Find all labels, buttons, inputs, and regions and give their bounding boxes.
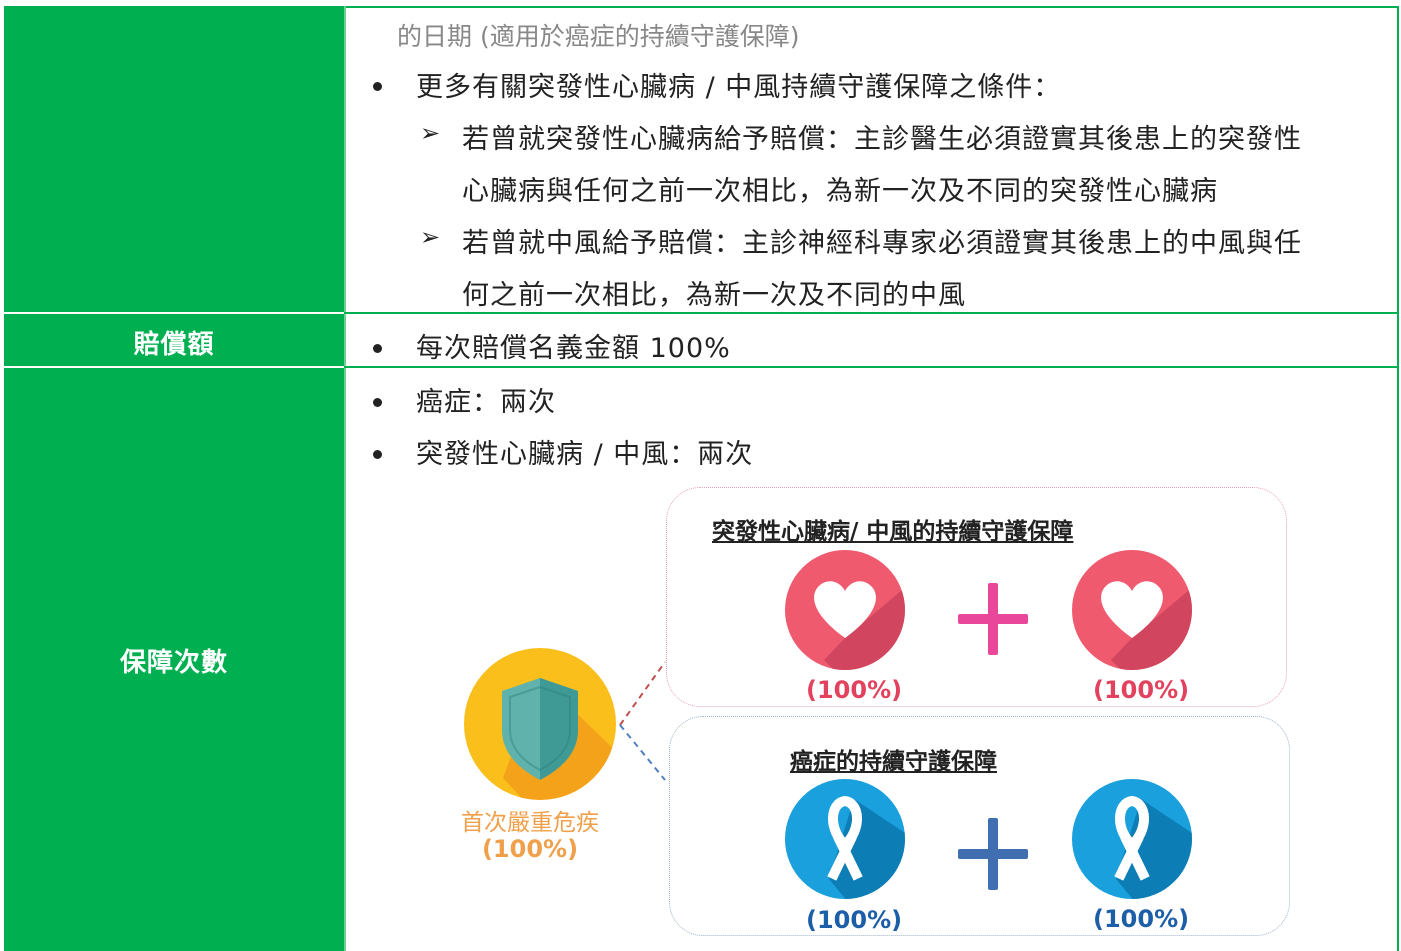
first-claim-percent: (100%) (481, 835, 579, 863)
cancer-left-percent: (100%) (806, 906, 903, 934)
heart-icon (785, 550, 905, 670)
plus-icon (958, 583, 1028, 655)
first-claim-caption: 首次嚴重危疾 (100%) (450, 810, 610, 862)
cancer-right-percent: (100%) (1093, 905, 1190, 933)
first-claim-label: 首次嚴重危疾 (461, 810, 599, 836)
heart-left-percent: (100%) (806, 676, 903, 704)
cancer-box-title: 癌症的持續守護保障 (790, 748, 997, 775)
heart-icon (1072, 550, 1192, 670)
shield-icon (464, 648, 616, 800)
heart-stroke-box-title: 突發性心臟病/ 中風的持續守護保障 (712, 518, 1074, 545)
plus-icon (958, 818, 1028, 890)
heart-right-percent: (100%) (1093, 676, 1190, 704)
ribbon-icon (785, 779, 905, 899)
ribbon-icon (1072, 779, 1192, 899)
